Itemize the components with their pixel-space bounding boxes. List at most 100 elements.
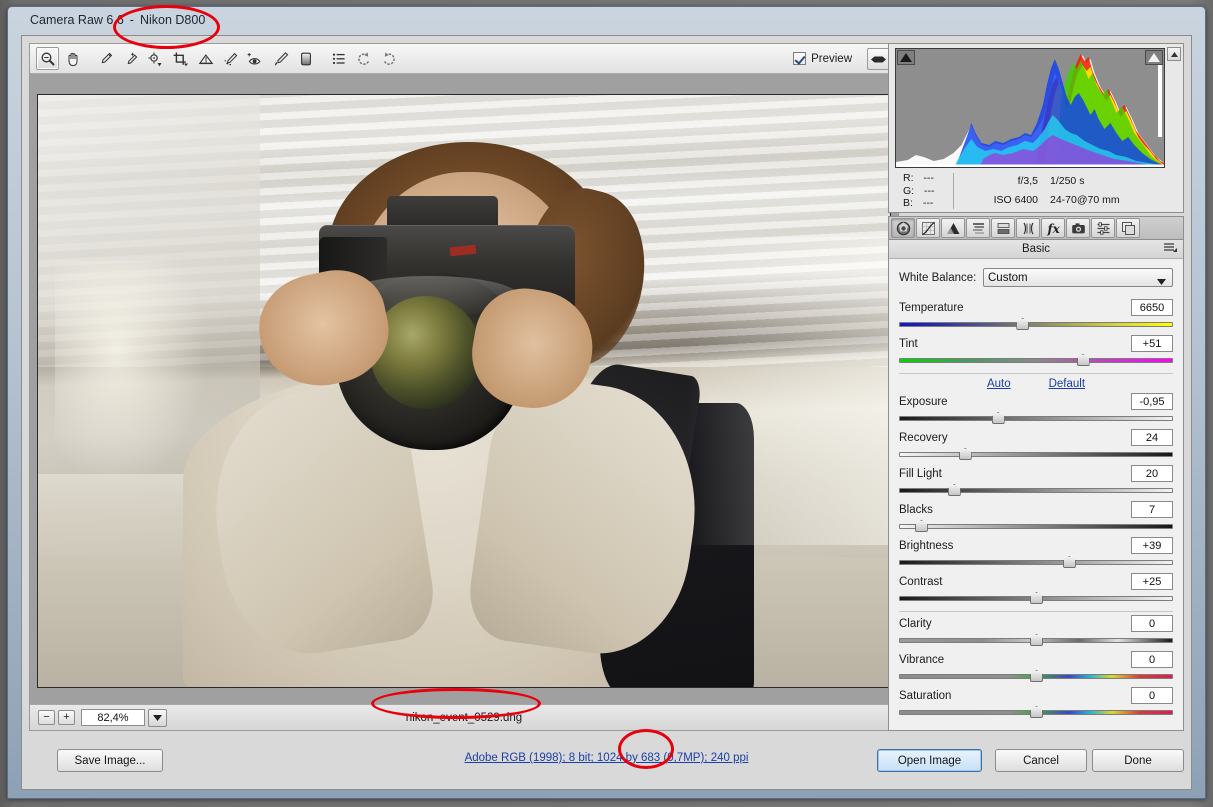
slider-track[interactable] (899, 318, 1173, 330)
slider-label: Blacks (899, 503, 933, 516)
b-value: --- (922, 197, 934, 210)
slider-knob[interactable] (1076, 354, 1090, 366)
window-titlebar: Camera Raw 6.6- Nikon D800 (8, 7, 1205, 35)
slider-value[interactable]: 24 (1131, 429, 1173, 446)
open-image-button[interactable]: Open Image (877, 749, 982, 772)
zoom-level-dropdown[interactable] (148, 708, 167, 727)
slider-track[interactable] (899, 706, 1173, 718)
chevron-down-icon (153, 714, 162, 721)
basic-panel: Basic White Balance: Custom Temperature … (888, 240, 1184, 731)
straighten-tool[interactable] (194, 47, 217, 70)
hsl-icon (972, 222, 984, 234)
image-canvas[interactable]: Nikon (30, 74, 898, 704)
slider-knob[interactable] (958, 448, 972, 460)
rgb-readout: R: --- G: --- B: --- (895, 172, 953, 210)
window-title-separator: - (129, 13, 134, 27)
tab-detail[interactable] (941, 218, 965, 238)
done-button[interactable]: Done (1092, 749, 1184, 772)
tab-tone-curve[interactable] (916, 218, 940, 238)
slider-value[interactable]: +39 (1131, 537, 1173, 554)
slider-value[interactable]: 6650 (1131, 299, 1173, 316)
zoom-out-button[interactable]: − (38, 710, 55, 725)
slider-knob[interactable] (1062, 556, 1076, 568)
aperture-value: f/3,5 (1017, 175, 1038, 187)
rotate-right-tool[interactable] (377, 47, 400, 70)
slider-track[interactable] (899, 412, 1173, 424)
slider-label: Saturation (899, 689, 952, 702)
rotate-left-tool[interactable] (352, 47, 375, 70)
slider-track[interactable] (899, 592, 1173, 604)
slider-label: Tint (899, 337, 918, 350)
highlight-clipping-button[interactable] (1145, 50, 1163, 65)
panel-menu-icon[interactable] (1164, 243, 1177, 255)
slider-value[interactable]: 0 (1131, 651, 1173, 668)
slider-value[interactable]: 7 (1131, 501, 1173, 518)
slider-track[interactable] (899, 634, 1173, 646)
slider-knob[interactable] (914, 520, 928, 532)
tab-hsl-grayscale[interactable] (966, 218, 990, 238)
chevron-up-icon (1170, 51, 1178, 57)
graduated-filter-tool[interactable] (294, 47, 317, 70)
exif-divider (953, 173, 954, 209)
slider-track[interactable] (899, 520, 1173, 532)
tab-lens-corrections[interactable] (1016, 218, 1040, 238)
tab-effects[interactable]: fx (1041, 218, 1065, 238)
slider-knob[interactable] (1030, 670, 1043, 682)
slider-knob[interactable] (1016, 318, 1030, 330)
tab-basic[interactable] (891, 218, 915, 238)
slider-value[interactable]: 0 (1131, 615, 1173, 632)
panel-scroll-up-button[interactable] (1167, 47, 1181, 61)
slider-bar (899, 488, 1173, 493)
histogram[interactable] (895, 48, 1165, 168)
slider-track[interactable] (899, 484, 1173, 496)
slider-label: Exposure (899, 395, 948, 408)
slider-value[interactable]: +51 (1131, 335, 1173, 352)
shadow-clipping-button[interactable] (897, 50, 915, 65)
fullscreen-toggle-button[interactable] (867, 48, 890, 70)
photo-preview[interactable]: Nikon (37, 94, 891, 688)
tab-split-toning[interactable] (991, 218, 1015, 238)
slider-track[interactable] (899, 354, 1173, 366)
red-eye-removal-tool[interactable] (244, 47, 267, 70)
fullscreen-icon (871, 55, 886, 63)
preview-checkbox[interactable] (793, 52, 807, 65)
slider-value[interactable]: +25 (1131, 573, 1173, 590)
zoom-in-button[interactable]: + (58, 710, 75, 725)
slider-track[interactable] (899, 670, 1173, 682)
targeted-adjustment-tool[interactable] (144, 47, 167, 70)
slider-knob[interactable] (1030, 634, 1043, 646)
slider-value[interactable]: 0 (1131, 687, 1173, 704)
presets-tool[interactable] (327, 47, 350, 70)
spot-removal-tool[interactable] (219, 47, 242, 70)
preview-toggle[interactable]: Preview (793, 44, 852, 73)
slider-knob[interactable] (1030, 706, 1043, 718)
default-link[interactable]: Default (1049, 378, 1085, 390)
crop-tool[interactable] (169, 47, 192, 70)
slider-track[interactable] (899, 556, 1173, 568)
slider-knob[interactable] (991, 412, 1005, 424)
zoom-tool[interactable] (36, 47, 59, 70)
slider-value[interactable]: 20 (1131, 465, 1173, 482)
exif-readout: R: --- G: --- B: --- f/3,5 1/250 s ISO 6… (895, 172, 1177, 210)
white-balance-tool[interactable] (94, 47, 117, 70)
auto-link[interactable]: Auto (987, 378, 1011, 390)
color-sampler-tool[interactable] (119, 47, 142, 70)
white-balance-select[interactable]: Custom (983, 268, 1173, 287)
slider-label: Vibrance (899, 653, 945, 666)
desktop-background: Camera Raw 6.6- Nikon D800 Preview − + 8… (0, 0, 1213, 807)
camera-raw-window: Camera Raw 6.6- Nikon D800 Preview − + 8… (7, 6, 1206, 799)
slider-value[interactable]: -0,95 (1131, 393, 1173, 410)
slider-knob[interactable] (1030, 592, 1043, 604)
tab-snapshots[interactable] (1116, 218, 1140, 238)
cancel-button[interactable]: Cancel (995, 749, 1087, 772)
slider-knob[interactable] (947, 484, 961, 496)
hand-tool[interactable] (61, 47, 84, 70)
zoom-level-value[interactable]: 82,4% (81, 709, 145, 726)
slider-track[interactable] (899, 448, 1173, 460)
tab-camera-calibration[interactable] (1066, 218, 1090, 238)
slider-vibrance: Vibrance 0 (899, 650, 1173, 682)
tab-presets[interactable] (1091, 218, 1115, 238)
adjustment-brush-tool[interactable] (269, 47, 292, 70)
white-balance-label: White Balance: (899, 271, 977, 284)
iso-value: ISO 6400 (993, 194, 1038, 206)
